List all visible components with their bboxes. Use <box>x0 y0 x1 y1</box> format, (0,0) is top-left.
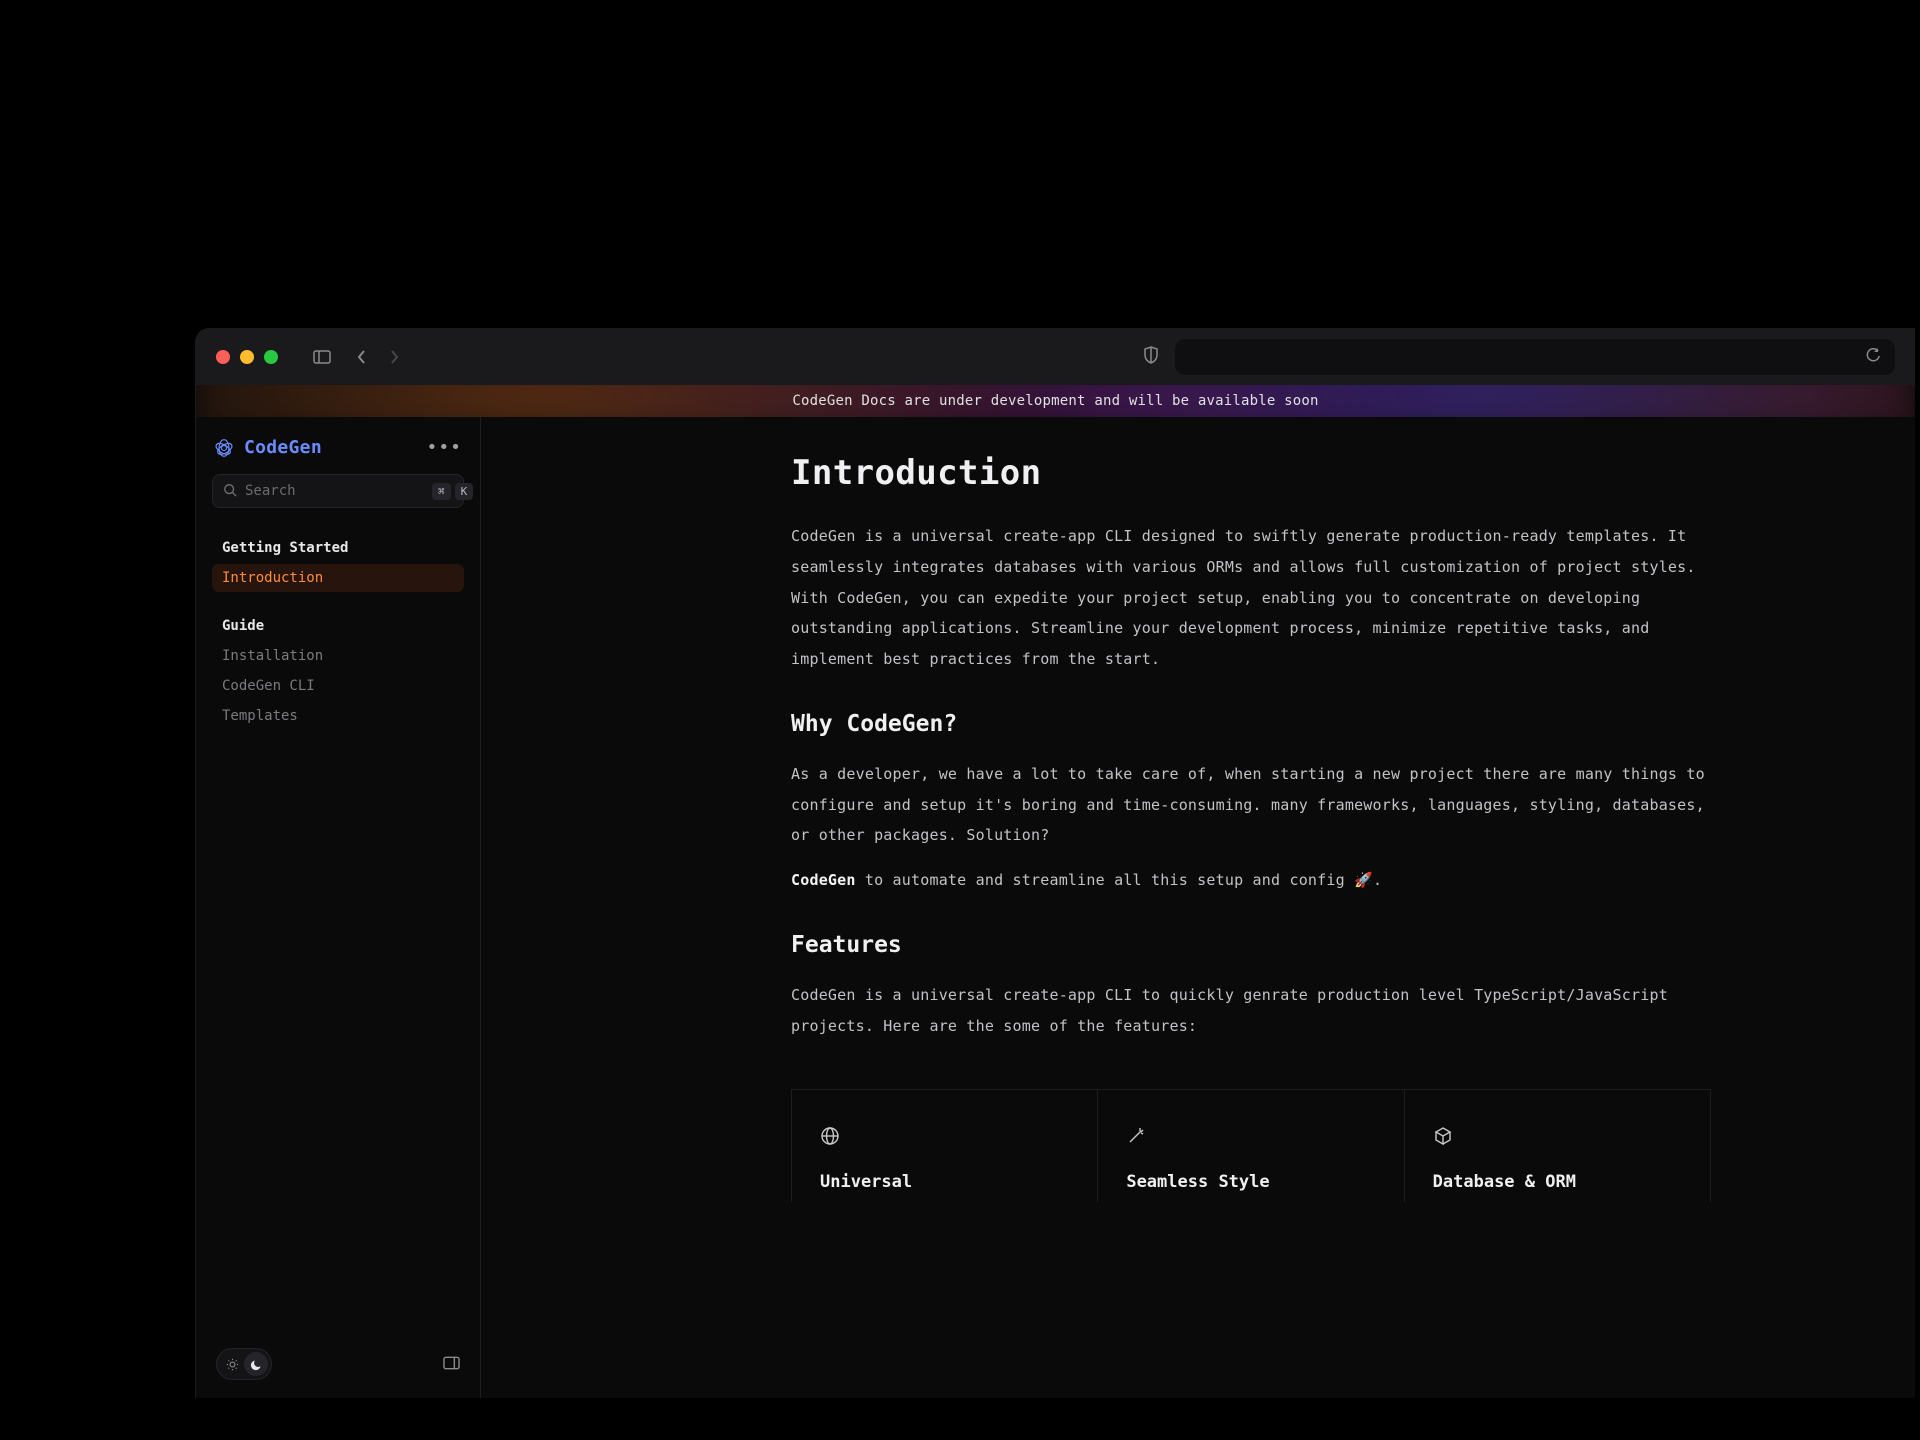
theme-light-icon[interactable] <box>220 1352 244 1376</box>
feature-card-style: Seamless Style <box>1098 1090 1404 1202</box>
intro-paragraph: CodeGen is a universal create-app CLI de… <box>791 521 1711 675</box>
traffic-lights <box>216 350 278 364</box>
panel-toggle-icon[interactable] <box>443 1355 460 1374</box>
feature-title: Seamless Style <box>1126 1172 1375 1192</box>
kbd-cmd: ⌘ <box>432 483 451 500</box>
content: Introduction CodeGen is a universal crea… <box>481 417 1915 1398</box>
feature-card-database: Database & ORM <box>1405 1090 1711 1202</box>
reload-icon[interactable] <box>1866 348 1881 367</box>
feature-grid: Universal Seamless Style Database & ORM <box>791 1089 1711 1202</box>
kbd-k: K <box>455 483 474 500</box>
feature-card-universal: Universal <box>791 1090 1098 1202</box>
nav-section-getting-started: Getting Started Introduction <box>206 526 470 604</box>
announcement-banner: CodeGen Docs are under development and w… <box>196 385 1915 417</box>
features-intro: CodeGen is a universal create-app CLI to… <box>791 980 1711 1042</box>
more-menu-button[interactable]: ••• <box>426 437 462 458</box>
nav-forward-button[interactable] <box>380 343 408 371</box>
nav-section-guide: Guide Installation CodeGen CLI Templates <box>206 604 470 742</box>
nav-back-button[interactable] <box>348 343 376 371</box>
sidebar-item-installation[interactable]: Installation <box>212 642 464 670</box>
banner-text: CodeGen Docs are under development and w… <box>792 393 1318 409</box>
why-paragraph-2-rest: to automate and streamline all this setu… <box>856 871 1383 889</box>
search-box[interactable]: ⌘ K <box>212 474 464 508</box>
sidebar-item-codegen-cli[interactable]: CodeGen CLI <box>212 672 464 700</box>
brand-name: CodeGen <box>244 437 322 458</box>
cube-icon <box>1433 1126 1682 1150</box>
theme-dark-icon[interactable] <box>244 1352 268 1376</box>
close-window-button[interactable] <box>216 350 230 364</box>
sidebar-item-introduction[interactable]: Introduction <box>212 564 464 592</box>
why-paragraph-1: As a developer, we have a lot to take ca… <box>791 759 1711 851</box>
sidebar-item-templates[interactable]: Templates <box>212 702 464 730</box>
why-heading: Why CodeGen? <box>791 711 1711 737</box>
nav-heading: Getting Started <box>212 536 464 562</box>
codegen-strong: CodeGen <box>791 871 856 889</box>
sidebar-toggle-icon[interactable] <box>308 343 336 371</box>
nav-heading: Guide <box>212 614 464 640</box>
globe-icon <box>820 1126 1069 1150</box>
browser-window: CodeGen Docs are under development and w… <box>195 328 1915 1398</box>
theme-toggle[interactable] <box>216 1348 272 1380</box>
brand-logo-icon <box>214 438 234 458</box>
shield-icon[interactable] <box>1143 346 1159 368</box>
search-icon <box>223 482 237 501</box>
brand[interactable]: CodeGen <box>214 437 322 458</box>
feature-title: Universal <box>820 1172 1069 1192</box>
why-paragraph-2: CodeGen to automate and streamline all t… <box>791 865 1711 896</box>
minimize-window-button[interactable] <box>240 350 254 364</box>
search-input[interactable] <box>245 483 424 499</box>
sidebar: CodeGen ••• ⌘ K Getting Started Introduc… <box>196 417 481 1398</box>
page-title: Introduction <box>791 453 1711 493</box>
wand-icon <box>1126 1126 1375 1150</box>
feature-title: Database & ORM <box>1433 1172 1682 1192</box>
features-heading: Features <box>791 932 1711 958</box>
maximize-window-button[interactable] <box>264 350 278 364</box>
address-bar[interactable] <box>1175 339 1895 375</box>
titlebar <box>196 329 1915 385</box>
